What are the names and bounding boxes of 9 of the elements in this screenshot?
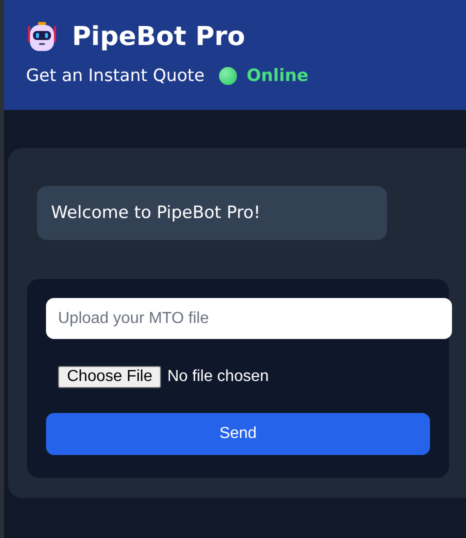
subtitle: Get an Instant Quote [26,66,205,86]
send-button[interactable]: Send [46,413,430,455]
choose-file-button[interactable]: Choose File [58,366,162,388]
app-title: PipeBot Pro [72,22,246,52]
file-status: No file chosen [167,368,269,386]
chat-message: Welcome to PipeBot Pro! [37,186,387,240]
robot-icon [26,22,58,52]
file-field[interactable]: Upload your MTO file [46,298,452,339]
status-label: Online [246,66,308,86]
